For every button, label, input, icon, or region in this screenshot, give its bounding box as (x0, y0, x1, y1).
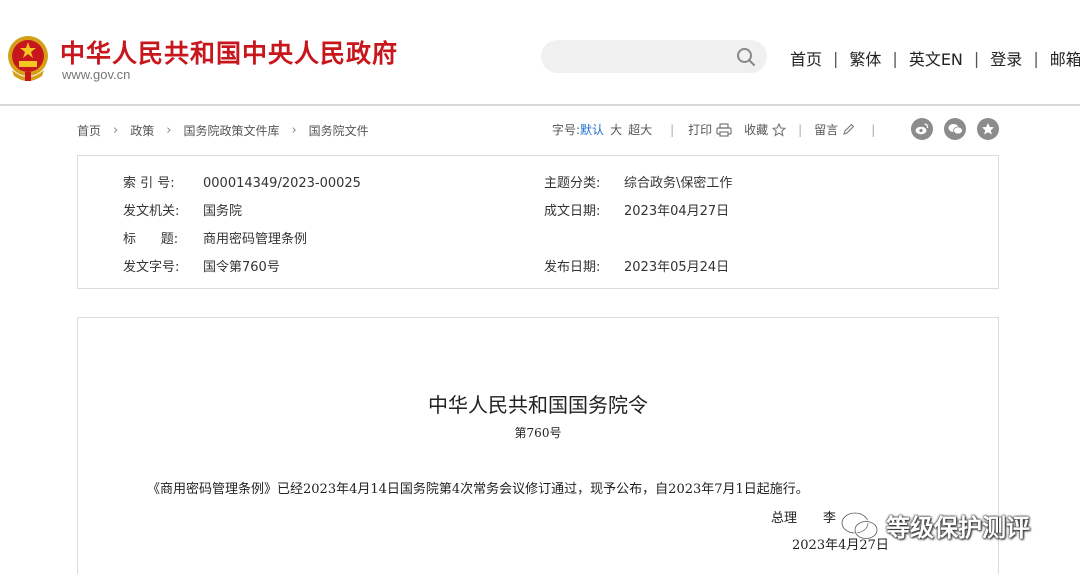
breadcrumb-policy-library[interactable]: 国务院政策文件库 (183, 122, 279, 139)
printer-icon[interactable] (716, 122, 732, 137)
document-paragraph: 《商用密码管理条例》已经2023年4月14日国务院第4次常务会议修订通过，现予公… (147, 482, 809, 497)
breadcrumb-policy[interactable]: 政策 (130, 122, 154, 139)
pencil-icon[interactable] (842, 123, 855, 136)
nav-separator: | (973, 48, 980, 68)
search-input[interactable] (541, 40, 767, 73)
info-topic-label: 主题分类: (544, 176, 601, 191)
info-index-label: 索 引 号: (123, 176, 175, 191)
wechat-watermark: 等级保护测评 (840, 508, 1030, 543)
watermark-text: 等级保护测评 (886, 514, 1030, 542)
document-number: 第760号 (514, 426, 562, 440)
site-url[interactable]: www.gov.cn (62, 67, 130, 82)
tools-separator: | (798, 122, 803, 137)
weibo-share-button[interactable] (911, 118, 933, 140)
breadcrumb-home[interactable]: 首页 (77, 122, 101, 139)
font-size-label: 字号: (552, 123, 581, 137)
chevron-right-icon: › (166, 123, 172, 138)
breadcrumb: 首页 › 政策 › 国务院政策文件库 › 国务院文件 (77, 122, 369, 139)
site-title[interactable]: 中华人民共和国中央人民政府 (60, 34, 398, 70)
header-divider (0, 104, 1080, 106)
font-size-default-button[interactable]: 默认 (580, 121, 604, 138)
info-topic-value: 综合政务\保密工作 (624, 176, 733, 191)
info-docno-value: 国令第760号 (203, 260, 280, 275)
font-size-large-button[interactable]: 大 (610, 121, 622, 138)
font-size-xlarge-button[interactable]: 超大 (628, 121, 652, 138)
chevron-right-icon: › (113, 123, 119, 138)
qzone-share-button[interactable] (977, 118, 999, 140)
document-title: 中华人民共和国国务院令 (428, 393, 648, 417)
info-title-label: 标 题: (123, 232, 179, 247)
info-issuer-value: 国务院 (203, 204, 243, 219)
info-published-date: 发布日期: 2023年05月24日 (544, 256, 729, 275)
breadcrumb-state-council-docs[interactable]: 国务院文件 (309, 122, 369, 139)
document-signatory: 总理 李 (771, 511, 837, 526)
qzone-icon (982, 123, 994, 135)
info-written-date: 成文日期: 2023年04月27日 (544, 200, 729, 219)
search-icon[interactable] (736, 47, 756, 67)
weibo-icon (915, 123, 929, 135)
tools-separator: | (670, 122, 675, 137)
wechat-share-button[interactable] (944, 118, 966, 140)
info-written-value: 2023年04月27日 (624, 204, 730, 219)
site-header: 中华人民共和国中央人民政府 www.gov.cn 首页 | 繁体 | 英文EN … (0, 0, 1080, 104)
info-title-value: 商用密码管理条例 (203, 232, 308, 247)
nav-home-link[interactable]: 首页 (790, 46, 822, 70)
chevron-right-icon: › (291, 123, 297, 138)
tools-separator: | (871, 122, 876, 137)
info-written-label: 成文日期: (544, 204, 601, 219)
info-index-value: 000014349/2023-00025 (203, 176, 361, 191)
nav-mail-link[interactable]: 邮箱 (1050, 46, 1080, 70)
info-topic: 主题分类: 综合政务\保密工作 (544, 172, 732, 191)
wechat-icon (840, 511, 879, 540)
star-outline-icon[interactable] (772, 122, 787, 137)
info-issuer-label: 发文机关: (123, 204, 180, 219)
comment-button[interactable]: 留言 (814, 121, 838, 138)
nav-separator: | (1033, 48, 1039, 68)
nav-english-link[interactable]: 英文EN (909, 46, 963, 70)
nav-separator: | (892, 48, 898, 68)
nav-traditional-link[interactable]: 繁体 (849, 46, 881, 70)
info-title: 标 题: 商用密码管理条例 (123, 228, 307, 247)
favorite-button[interactable]: 收藏 (744, 121, 768, 138)
national-emblem-icon[interactable] (6, 34, 50, 82)
info-published-label: 发布日期: (544, 260, 601, 275)
info-docno-label: 发文字号: (123, 260, 180, 275)
info-index: 索 引 号: 000014349/2023-00025 (123, 172, 361, 191)
info-docno: 发文字号: 国令第760号 (123, 256, 280, 275)
print-button[interactable]: 打印 (688, 121, 712, 138)
wechat-icon (948, 124, 963, 135)
article-tools: 字号: 默认 大 超大 | 打印 收藏 | 留言 | (552, 121, 875, 138)
nav-separator: | (833, 48, 839, 68)
info-issuer: 发文机关: 国务院 (123, 200, 242, 219)
top-nav: 首页 | 繁体 | 英文EN | 登录 | 邮箱 (790, 46, 1080, 70)
info-published-value: 2023年05月24日 (624, 260, 730, 275)
nav-login-link[interactable]: 登录 (990, 46, 1022, 70)
